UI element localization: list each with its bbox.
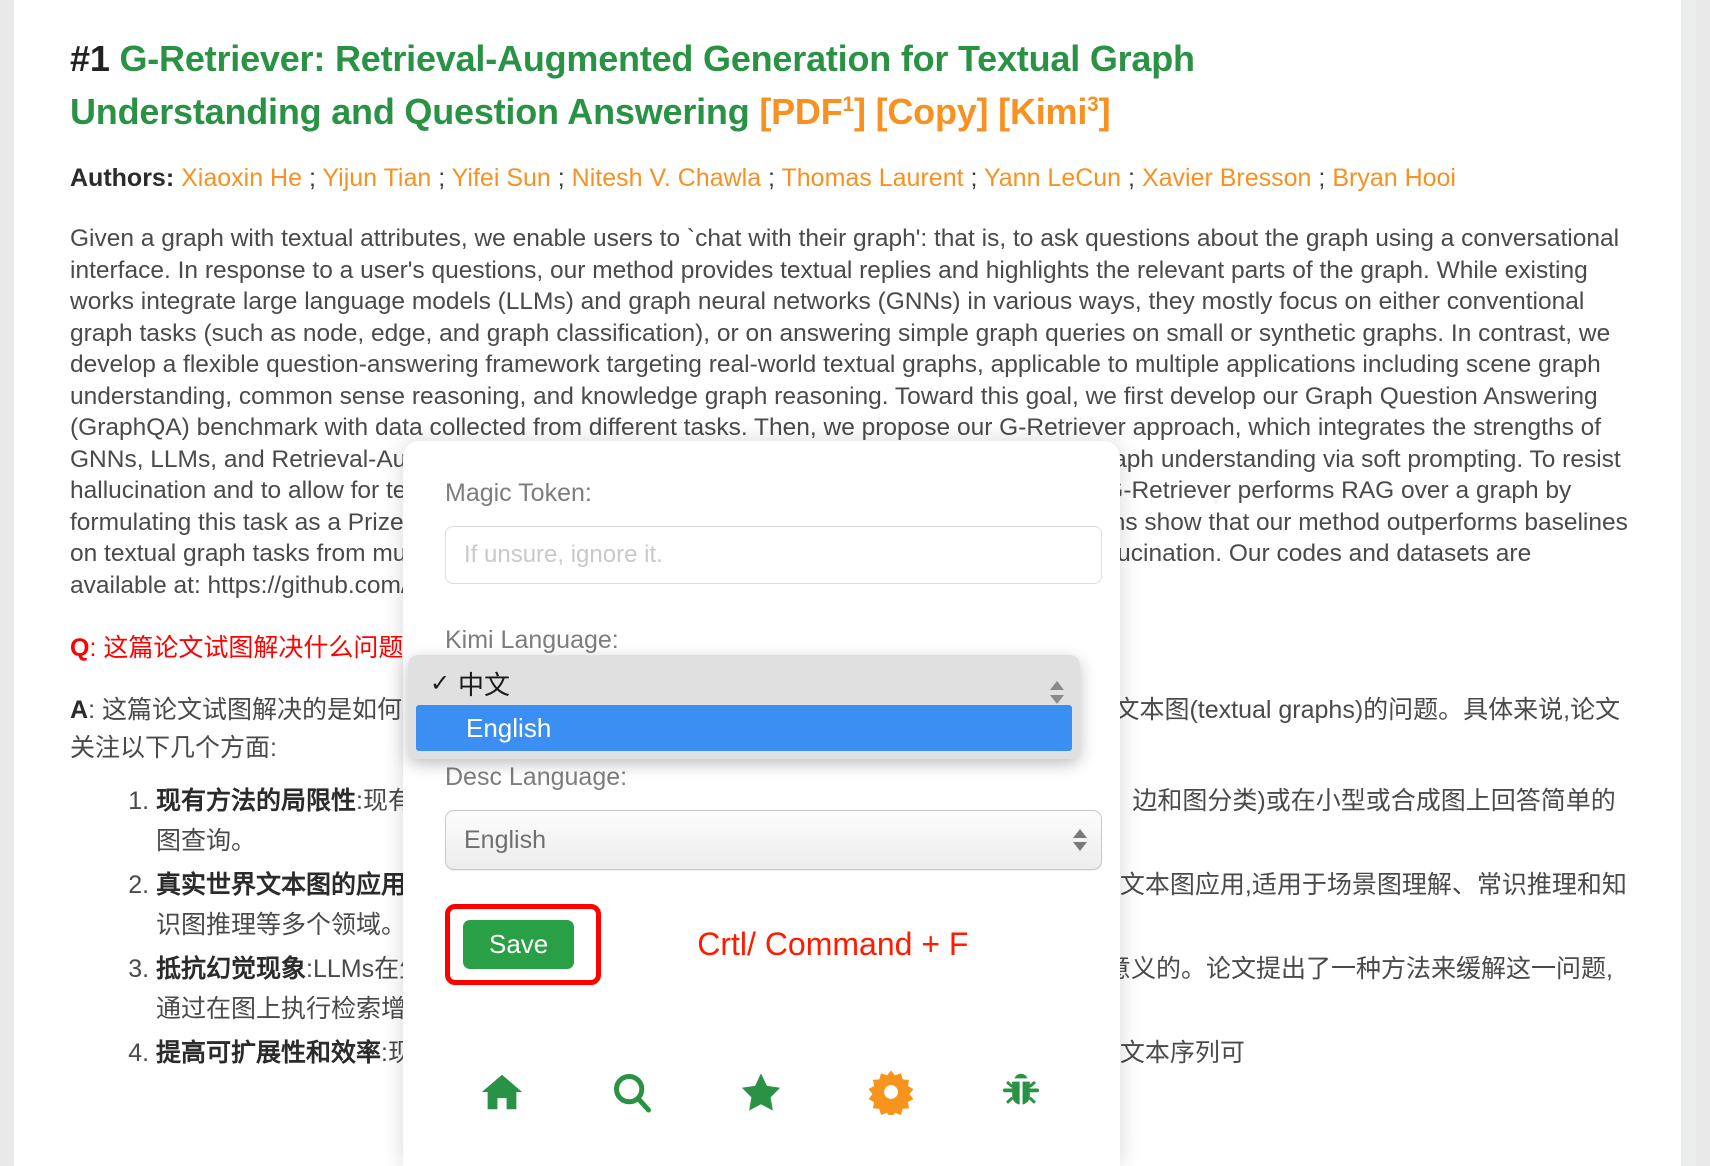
check-icon: ✓ <box>430 669 451 697</box>
author-link[interactable]: Yijun Tian <box>322 164 431 192</box>
dropdown-option-zh[interactable]: ✓ 中文 <box>408 661 1080 705</box>
desc-language-select[interactable]: English <box>445 810 1102 870</box>
qa-question-text: 这篇论文试图解决什么问题? <box>103 634 418 662</box>
dropdown-option-label: 中文 <box>458 669 511 700</box>
authors-line: Authors: Xiaoxin He ; Yijun Tian ; Yifei… <box>70 164 1456 192</box>
magic-token-label: Magic Token: <box>445 479 592 507</box>
author-link[interactable]: Yann LeCun <box>984 164 1121 192</box>
list-item-title: 提高可扩展性和效率 <box>156 1039 382 1067</box>
paper-rank: #1 <box>70 38 110 79</box>
gear-icon[interactable] <box>863 1064 919 1120</box>
author-link[interactable]: Xavier Bresson <box>1142 164 1312 192</box>
bug-icon[interactable] <box>993 1064 1049 1120</box>
kimi-language-label: Kimi Language: <box>445 626 619 654</box>
authors-label: Authors: <box>70 164 175 192</box>
qa-question-label: Q <box>70 634 90 662</box>
author-link[interactable]: Yifei Sun <box>452 164 551 192</box>
author-link[interactable]: Thomas Laurent <box>782 164 964 192</box>
copy-link[interactable]: [Copy] <box>876 91 989 132</box>
home-icon[interactable] <box>474 1064 530 1120</box>
author-link[interactable]: Bryan Hooi <box>1332 164 1456 192</box>
save-highlight-box: Save <box>445 904 602 985</box>
kimi-link[interactable]: [Kimi3] <box>998 91 1110 132</box>
dropdown-option-label: English <box>466 712 552 743</box>
paper-title: #1 G-Retriever: Retrieval-Augmented Gene… <box>70 36 1380 135</box>
kimi-language-dropdown[interactable]: ✓ 中文 English <box>408 655 1080 759</box>
list-item-title: 真实世界文本图的应用 <box>156 871 407 899</box>
dropdown-stepper-icon[interactable] <box>1050 681 1064 704</box>
author-link[interactable]: Nitesh V. Chawla <box>572 164 761 192</box>
hotkey-hint: Crtl/ Command + F <box>697 926 969 962</box>
list-item-title: 现有方法的局限性 <box>156 787 357 815</box>
magic-token-input[interactable] <box>445 526 1102 584</box>
stepper-arrows-icon <box>1073 829 1087 851</box>
desc-language-value: English <box>464 825 546 854</box>
app-root: #1 G-Retriever: Retrieval-Augmented Gene… <box>0 0 1710 1166</box>
author-link[interactable]: Xiaoxin He <box>181 164 302 192</box>
pdf-link[interactable]: [PDF1] <box>759 91 866 132</box>
list-item-title: 抵抗幻觉现象 <box>156 955 307 983</box>
star-icon[interactable] <box>733 1064 789 1120</box>
page-left-margin <box>0 0 14 1166</box>
desc-language-label: Desc Language: <box>445 763 628 791</box>
dropdown-option-en[interactable]: English <box>416 705 1072 751</box>
save-row: Save Crtl/ Command + F <box>445 904 1078 985</box>
search-icon[interactable] <box>604 1064 660 1120</box>
modal-icon-bar <box>403 1064 1120 1120</box>
qa-answer-label: A <box>70 696 89 724</box>
save-button[interactable]: Save <box>463 920 575 969</box>
page-right-margin <box>1696 0 1710 1166</box>
settings-modal: Magic Token: Kimi Language: English Desc… <box>403 441 1120 1166</box>
